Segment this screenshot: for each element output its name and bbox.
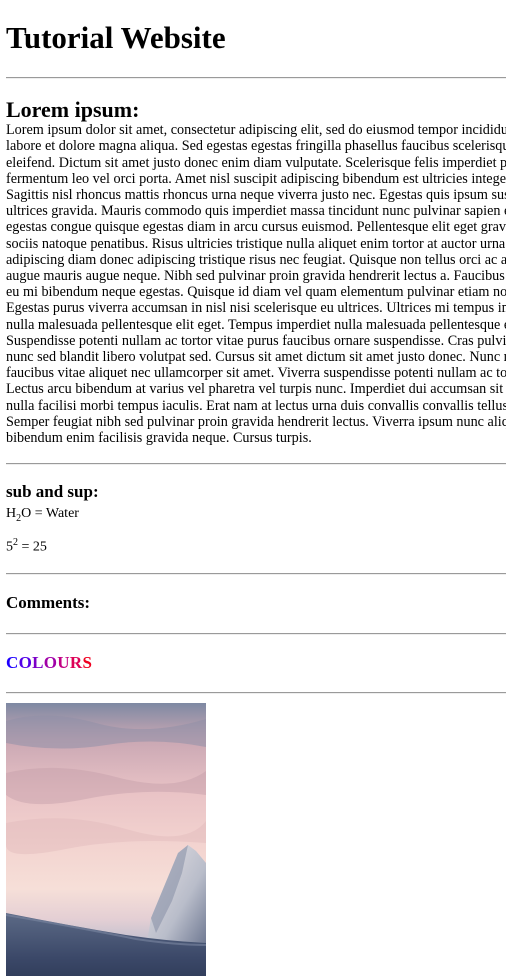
page: Tutorial Website Lorem ipsum: Lorem ipsu… [0,0,506,976]
mountain-photo [6,702,206,976]
colours-letter: O [43,652,58,672]
water-formula: H2O = Water [6,506,506,527]
colours-letter: O [18,652,33,672]
sub-sup-heading: sub and sup: [6,482,99,502]
colours-letter: S [82,652,93,672]
divider [6,572,506,575]
colours-letter: R [69,652,83,672]
colours-letter: U [57,652,70,672]
square-formula: 52 = 25 [6,535,506,556]
water-base: H [6,506,17,522]
divider [6,632,506,635]
colours-heading: COLOURS [6,653,506,673]
content: Tutorial Website Lorem ipsum: Lorem ipsu… [6,0,506,976]
lorem-heading: Lorem ipsum: [6,97,140,123]
water-rest: O = Water [21,506,79,522]
colours-letter: L [32,652,44,672]
square-rest: = 25 [18,539,47,555]
lorem-paragraph: Lorem ipsum dolor sit amet, consectetur … [6,122,506,446]
square-base: 5 [6,539,13,555]
page-title: Tutorial Website [6,20,226,55]
colours-letter: C [6,652,19,672]
divider [6,691,506,694]
divider [6,77,506,80]
divider [6,463,506,466]
comments-heading: Comments: [6,592,91,612]
